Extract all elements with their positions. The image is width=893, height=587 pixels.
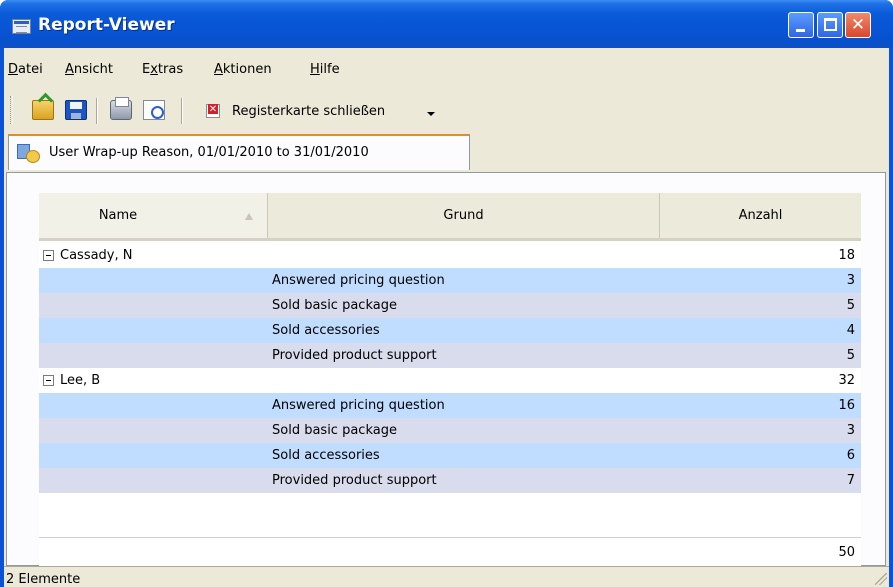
- group-name: Lee, B: [60, 373, 101, 388]
- collapse-icon[interactable]: [43, 375, 54, 386]
- open-icon[interactable]: [32, 100, 54, 120]
- cell-grund: Provided product support: [272, 348, 437, 363]
- menu-aktionen[interactable]: Aktionen: [214, 62, 272, 77]
- menu-datei-label: atei: [18, 62, 43, 77]
- cell-anzahl: 5: [846, 298, 855, 313]
- table-row[interactable]: Sold accessories 4: [39, 318, 861, 343]
- grid-header: Name Grund Anzahl: [39, 193, 861, 241]
- cell-anzahl: 6: [846, 448, 855, 463]
- close-tab-icon[interactable]: [206, 104, 220, 118]
- menu-hilfe[interactable]: Hilfe: [310, 62, 340, 77]
- menu-ansicht-label: nsicht: [73, 62, 114, 77]
- toolbar-grip[interactable]: [10, 96, 13, 124]
- grand-total-row: 50: [39, 537, 861, 566]
- cell-grund: Provided product support: [272, 473, 437, 488]
- menu-ansicht[interactable]: Ansicht: [65, 62, 113, 77]
- close-window-button[interactable]: ✕: [845, 12, 871, 38]
- cell-grund: Sold basic package: [272, 298, 397, 313]
- cell-grund: Sold accessories: [272, 448, 380, 463]
- report-tab-icon: [17, 144, 40, 163]
- cell-anzahl: 5: [846, 348, 855, 363]
- maximize-button[interactable]: [817, 12, 843, 38]
- title-bar[interactable]: Report-Viewer ✕: [0, 0, 893, 48]
- group-total: 32: [838, 373, 855, 388]
- menu-extras-label: tras: [157, 62, 184, 77]
- cell-anzahl: 7: [846, 473, 855, 488]
- client-area: Datei Ansicht Extras Aktionen Hilfe Regi…: [4, 48, 889, 587]
- menu-ansicht-mnemonic: A: [65, 62, 74, 77]
- menu-aktionen-mnemonic: A: [214, 62, 223, 77]
- minimize-button[interactable]: [788, 12, 814, 38]
- cell-grund: Sold basic package: [272, 423, 397, 438]
- toolbar-overflow-chevron-down-icon[interactable]: [427, 112, 435, 116]
- cell-grund: Answered pricing question: [272, 273, 445, 288]
- report-viewer-window: Report-Viewer ✕ Datei Ansicht Extras Akt…: [0, 0, 893, 587]
- tab-strip: User Wrap-up Reason, 01/01/2010 to 31/01…: [4, 130, 889, 172]
- window-title: Report-Viewer: [38, 15, 175, 35]
- resize-grip-icon[interactable]: [875, 573, 887, 585]
- cell-grund: Sold accessories: [272, 323, 380, 338]
- minimize-icon: [796, 29, 805, 32]
- menu-hilfe-mnemonic: H: [310, 62, 320, 77]
- menu-datei-mnemonic: D: [8, 62, 19, 77]
- menu-aktionen-label: ktionen: [222, 62, 272, 77]
- group-row[interactable]: Lee, B 32: [39, 368, 861, 393]
- menu-extras-mnemonic: x: [150, 62, 158, 77]
- table-row[interactable]: Sold accessories 6: [39, 443, 861, 468]
- report-panel: Name Grund Anzahl Cassady, N 18 Answered…: [6, 172, 886, 566]
- cell-anzahl: 16: [838, 398, 855, 413]
- collapse-icon[interactable]: [43, 250, 54, 261]
- table-row[interactable]: Provided product support 5: [39, 343, 861, 368]
- tab-report[interactable]: User Wrap-up Reason, 01/01/2010 to 31/01…: [8, 134, 470, 170]
- menu-bar: Datei Ansicht Extras Aktionen Hilfe: [4, 48, 889, 90]
- table-row[interactable]: Sold basic package 5: [39, 293, 861, 318]
- menu-hilfe-label: ilfe: [319, 62, 340, 77]
- group-row[interactable]: Cassady, N 18: [39, 243, 861, 268]
- close-tab-button-label[interactable]: Registerkarte schließen: [232, 104, 385, 119]
- group-total: 18: [838, 248, 855, 263]
- table-row[interactable]: Answered pricing question 16: [39, 393, 861, 418]
- group-name: Cassady, N: [60, 248, 133, 263]
- toolbar-separator: [96, 98, 98, 124]
- cell-anzahl: 3: [846, 423, 855, 438]
- close-icon: ✕: [850, 15, 866, 35]
- app-icon[interactable]: [12, 19, 31, 34]
- maximize-icon: [824, 18, 837, 31]
- print-preview-icon[interactable]: [143, 100, 165, 120]
- table-row[interactable]: Answered pricing question 3: [39, 268, 861, 293]
- status-bar: 2 Elemente: [4, 566, 889, 587]
- toolbar-separator: [181, 98, 183, 124]
- cell-anzahl: 4: [846, 323, 855, 338]
- cell-anzahl: 3: [846, 273, 855, 288]
- column-header-name[interactable]: Name: [39, 193, 268, 238]
- print-icon[interactable]: [110, 97, 132, 120]
- status-text: 2 Elemente: [6, 572, 81, 587]
- table-row[interactable]: Provided product support 7: [39, 468, 861, 493]
- grand-total: 50: [838, 545, 855, 560]
- column-header-grund[interactable]: Grund: [268, 193, 660, 238]
- menu-extras-prefix: E: [142, 62, 151, 77]
- tab-report-label: User Wrap-up Reason, 01/01/2010 to 31/01…: [49, 145, 369, 160]
- column-header-anzahl[interactable]: Anzahl: [660, 193, 861, 238]
- menu-datei[interactable]: Datei: [8, 62, 43, 77]
- menu-extras[interactable]: Extras: [142, 62, 183, 77]
- table-row[interactable]: Sold basic package 3: [39, 418, 861, 443]
- sort-ascending-icon: [245, 213, 253, 220]
- toolbar: Registerkarte schließen: [4, 90, 889, 130]
- cell-grund: Answered pricing question: [272, 398, 445, 413]
- save-icon[interactable]: [65, 100, 87, 120]
- report-grid: Name Grund Anzahl Cassady, N 18 Answered…: [39, 193, 861, 566]
